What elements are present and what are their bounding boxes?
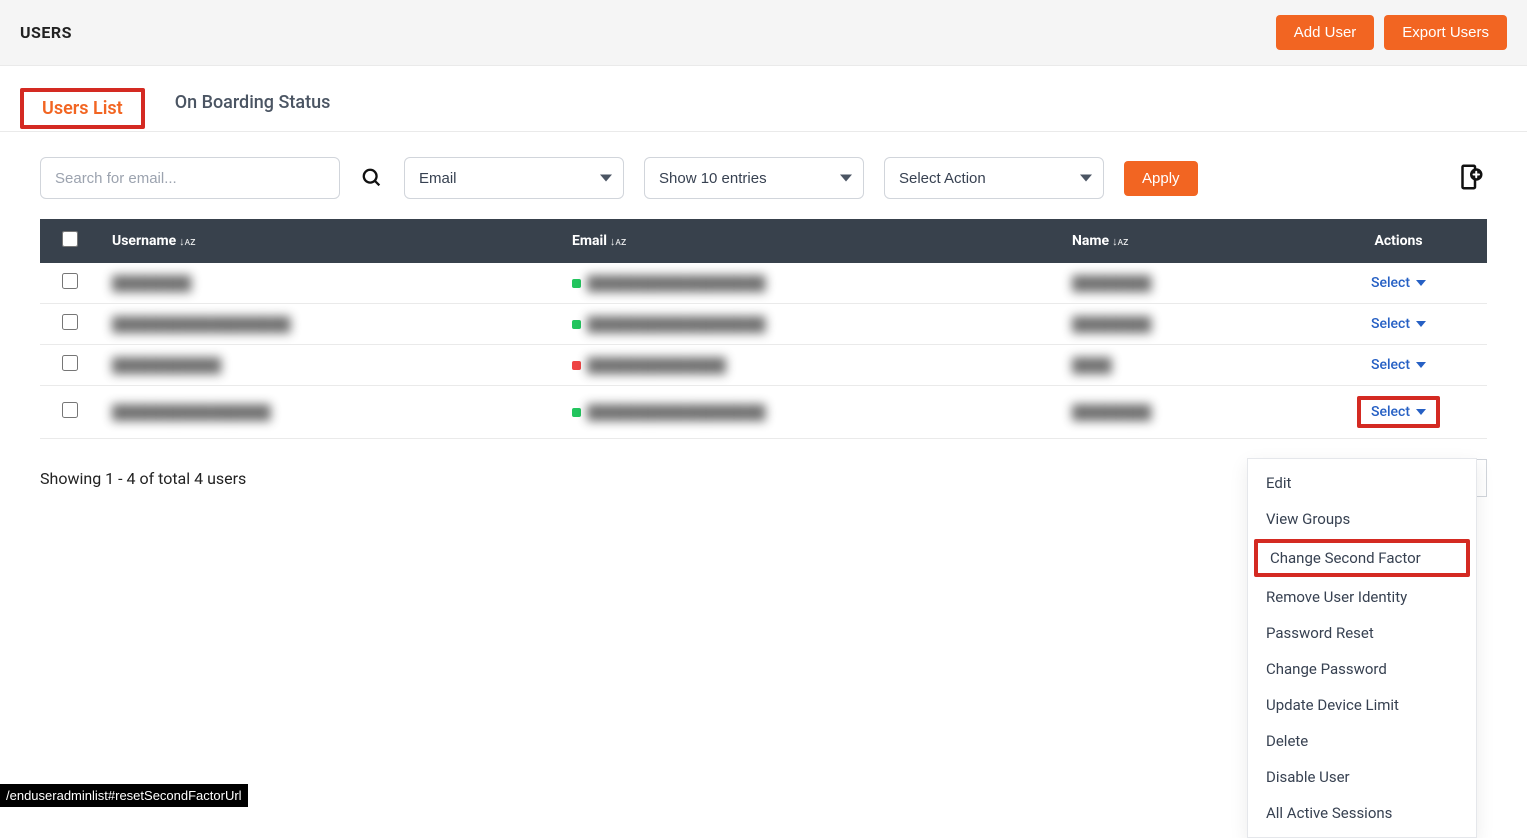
search-input[interactable]: [40, 157, 340, 199]
header-bar: USERS Add User Export Users: [0, 0, 1527, 66]
add-user-button[interactable]: Add User: [1276, 15, 1375, 50]
tab-users-list[interactable]: Users List: [20, 88, 145, 129]
search-icon[interactable]: [360, 166, 384, 190]
sort-icon: ↓ᴀz: [179, 235, 195, 248]
dropdown-view-groups[interactable]: View Groups: [1248, 501, 1476, 537]
caret-down-icon: [1416, 362, 1426, 368]
row-checkbox[interactable]: [62, 273, 78, 289]
row-action-select[interactable]: Select: [1371, 357, 1426, 373]
cell-name: ████████: [1072, 276, 1151, 292]
cell-username: ███████████: [112, 358, 221, 374]
filter-field-select[interactable]: Email: [404, 157, 624, 199]
col-select-all: [40, 219, 100, 263]
col-username[interactable]: Username↓ᴀz: [100, 219, 560, 263]
cell-name: ████: [1072, 358, 1112, 374]
export-users-button[interactable]: Export Users: [1384, 15, 1507, 50]
cell-email: ██████████████████: [587, 317, 766, 333]
table-row: ██████████████████ ██████████████████ ██…: [40, 304, 1487, 345]
dropdown-update-device-limit[interactable]: Update Device Limit: [1248, 687, 1476, 723]
dropdown-password-reset[interactable]: Password Reset: [1248, 615, 1476, 651]
caret-down-icon: [1416, 409, 1426, 415]
table-row: ████████████████ ██████████████████ ████…: [40, 386, 1487, 439]
status-dot-icon: [572, 320, 581, 329]
cell-email: ██████████████████: [587, 276, 766, 292]
page-size-select[interactable]: Show 10 entries: [644, 157, 864, 199]
dropdown-edit[interactable]: Edit: [1248, 465, 1476, 501]
row-checkbox[interactable]: [62, 314, 78, 330]
bulk-action-select[interactable]: Select Action: [884, 157, 1104, 199]
row-checkbox[interactable]: [62, 402, 78, 418]
dropdown-delete[interactable]: Delete: [1248, 723, 1476, 759]
table-row: ███████████ ██████████████ ████ Select: [40, 345, 1487, 386]
users-table: Username↓ᴀz Email↓ᴀz Name↓ᴀz Actions ███…: [40, 219, 1487, 439]
row-action-select[interactable]: Select: [1357, 396, 1440, 428]
toolbar: Email Show 10 entries Select Action Appl…: [0, 132, 1527, 219]
row-checkbox[interactable]: [62, 355, 78, 371]
row-action-select[interactable]: Select: [1371, 275, 1426, 291]
dropdown-remove-identity[interactable]: Remove User Identity: [1248, 579, 1476, 615]
row-action-dropdown: Edit View Groups Change Second Factor Re…: [1247, 458, 1477, 838]
row-action-select[interactable]: Select: [1371, 316, 1426, 332]
table-row: ████████ ██████████████████ ████████ Sel…: [40, 263, 1487, 304]
status-dot-icon: [572, 279, 581, 288]
cell-username: ██████████████████: [112, 317, 291, 333]
cell-name: ████████: [1072, 317, 1151, 333]
cell-email: ██████████████████: [587, 405, 766, 421]
page-title: USERS: [20, 23, 72, 42]
dropdown-disable-user[interactable]: Disable User: [1248, 759, 1476, 795]
status-text: Showing 1 - 4 of total 4 users: [40, 469, 246, 488]
tab-onboarding-status[interactable]: On Boarding Status: [169, 84, 337, 131]
col-name[interactable]: Name↓ᴀz: [1060, 219, 1310, 263]
apply-button[interactable]: Apply: [1124, 161, 1198, 196]
cell-username: ████████: [112, 276, 191, 292]
caret-down-icon: [1416, 321, 1426, 327]
dropdown-change-second-factor[interactable]: Change Second Factor: [1254, 539, 1470, 577]
col-actions: Actions: [1310, 219, 1487, 263]
col-email[interactable]: Email↓ᴀz: [560, 219, 1060, 263]
cell-email: ██████████████: [587, 358, 726, 374]
dropdown-change-password[interactable]: Change Password: [1248, 651, 1476, 687]
status-dot-icon: [572, 361, 581, 370]
status-dot-icon: [572, 408, 581, 417]
select-all-checkbox[interactable]: [62, 231, 78, 247]
sort-icon: ↓ᴀz: [610, 235, 626, 248]
browser-status-bar: /enduseradminlist#resetSecondFactorUrl: [0, 784, 248, 807]
sort-icon: ↓ᴀz: [1112, 235, 1128, 248]
tabs: Users List On Boarding Status: [0, 66, 1527, 132]
cell-username: ████████████████: [112, 405, 271, 421]
caret-down-icon: [1416, 280, 1426, 286]
dropdown-all-active-sessions[interactable]: All Active Sessions: [1248, 795, 1476, 831]
cell-name: ████████: [1072, 405, 1151, 421]
add-device-icon[interactable]: [1455, 162, 1487, 194]
